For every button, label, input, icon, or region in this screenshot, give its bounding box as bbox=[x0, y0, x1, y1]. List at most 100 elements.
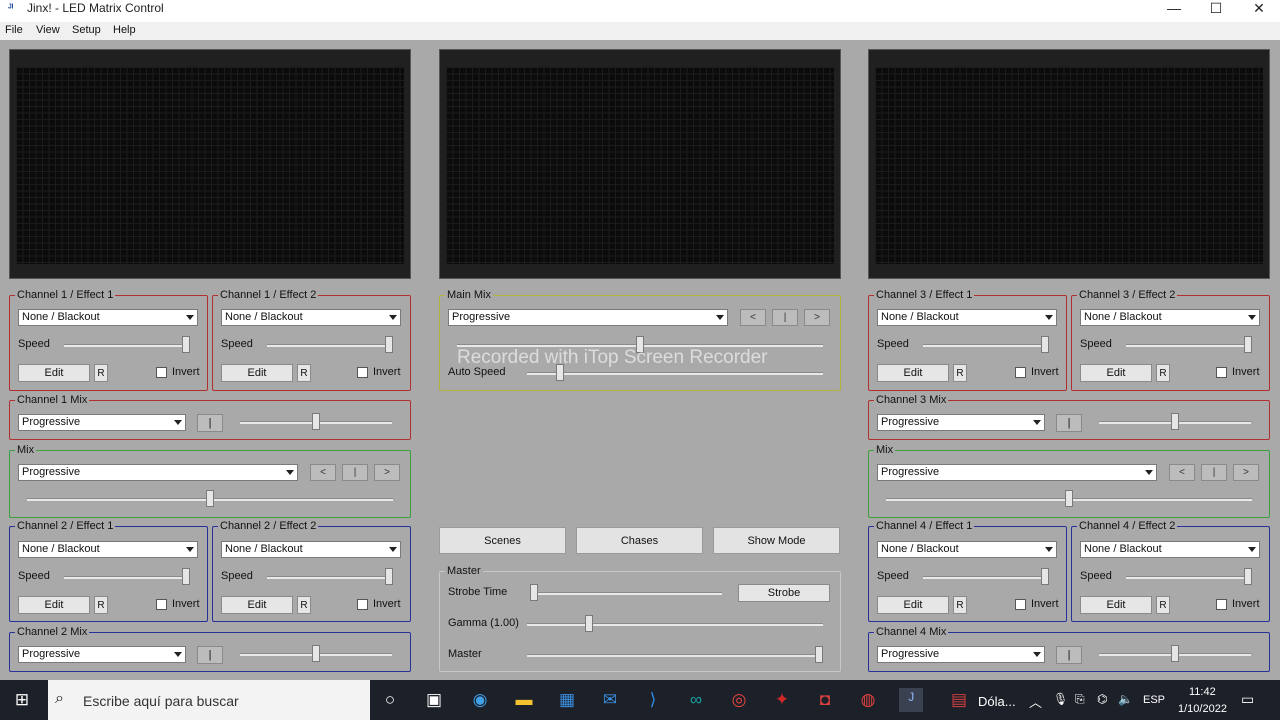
auto-speed-slider[interactable] bbox=[527, 372, 823, 375]
speed-slider[interactable] bbox=[267, 576, 393, 579]
strobe-time-slider[interactable] bbox=[530, 592, 722, 595]
edit-button[interactable]: Edit bbox=[221, 364, 293, 382]
task-view-icon[interactable]: ▣ bbox=[422, 688, 446, 712]
right-mix-select[interactable]: Progressive bbox=[877, 464, 1157, 481]
mix-slider-thumb[interactable] bbox=[1065, 490, 1073, 507]
channel-2-effect-2-select[interactable]: None / Blackout bbox=[221, 541, 401, 558]
next-button[interactable]: > bbox=[374, 464, 400, 481]
mix-slider-thumb[interactable] bbox=[206, 490, 214, 507]
channel-1-effect-1-select[interactable]: None / Blackout bbox=[18, 309, 198, 326]
invert-checkbox[interactable] bbox=[156, 367, 167, 378]
clock-time[interactable]: 11:42 bbox=[1189, 686, 1216, 698]
speed-slider[interactable] bbox=[1126, 576, 1252, 579]
invert-checkbox[interactable] bbox=[156, 599, 167, 610]
main-mix-select[interactable]: Progressive bbox=[448, 309, 728, 326]
edit-button[interactable]: Edit bbox=[221, 596, 293, 614]
channel-2-effect-1-select[interactable]: None / Blackout bbox=[18, 541, 198, 558]
channel-1-effect-2-select[interactable]: None / Blackout bbox=[221, 309, 401, 326]
mix-slider-thumb[interactable] bbox=[312, 413, 320, 430]
strobe-time-slider-thumb[interactable] bbox=[530, 584, 538, 601]
master-slider-thumb[interactable] bbox=[815, 646, 823, 663]
microsoft-store-icon[interactable]: ▦ bbox=[555, 688, 579, 712]
channel-4-effect-2-select[interactable]: None / Blackout bbox=[1080, 541, 1260, 558]
edit-button[interactable]: Edit bbox=[877, 364, 949, 382]
channel-3-mix-toggle-button[interactable]: | bbox=[1056, 414, 1082, 432]
reset-button[interactable]: R bbox=[297, 364, 311, 382]
channel-3-effect-2-select[interactable]: None / Blackout bbox=[1080, 309, 1260, 326]
file-explorer-icon[interactable]: ▬ bbox=[512, 688, 536, 712]
channel-1-mix-select[interactable]: Progressive bbox=[18, 414, 186, 431]
gamma-slider[interactable] bbox=[527, 623, 823, 626]
reset-button[interactable]: R bbox=[297, 596, 311, 614]
clock-date[interactable]: 1/10/2022 bbox=[1178, 703, 1227, 715]
channel-2-mix-toggle-button[interactable]: | bbox=[197, 646, 223, 664]
menu-file[interactable]: File bbox=[5, 24, 23, 36]
speed-slider[interactable] bbox=[923, 576, 1049, 579]
master-slider[interactable] bbox=[527, 654, 823, 657]
channel-2-mix-select[interactable]: Progressive bbox=[18, 646, 186, 663]
edit-button[interactable]: Edit bbox=[1080, 364, 1152, 382]
chevron-up-icon[interactable]: ︿ bbox=[1029, 692, 1042, 711]
arduino-icon[interactable]: ∞ bbox=[684, 688, 708, 712]
menu-setup[interactable]: Setup bbox=[72, 24, 101, 36]
volume-icon[interactable]: 🔈 bbox=[1118, 692, 1133, 706]
speed-slider[interactable] bbox=[64, 576, 190, 579]
network-icon[interactable]: ⌬ bbox=[1097, 692, 1107, 706]
cut-button[interactable]: | bbox=[772, 309, 798, 326]
channel-4-mix-select[interactable]: Progressive bbox=[877, 646, 1045, 663]
cut-button[interactable]: | bbox=[1201, 464, 1227, 481]
weather-widget[interactable]: Dóla... bbox=[978, 694, 1016, 709]
edge-browser-icon[interactable]: ◉ bbox=[468, 688, 492, 712]
channel-4-mix-toggle-button[interactable]: | bbox=[1056, 646, 1082, 664]
notifications-icon[interactable]: ▭ bbox=[1241, 691, 1254, 708]
app-icon[interactable]: ✦ bbox=[770, 688, 794, 712]
speed-slider-thumb[interactable] bbox=[385, 336, 393, 353]
speed-slider[interactable] bbox=[64, 344, 190, 347]
menu-help[interactable]: Help bbox=[113, 24, 136, 36]
mail-icon[interactable]: ✉ bbox=[598, 688, 622, 712]
edit-button[interactable]: Edit bbox=[18, 364, 90, 382]
reset-button[interactable]: R bbox=[953, 364, 967, 382]
invert-checkbox[interactable] bbox=[1015, 367, 1026, 378]
reset-button[interactable]: R bbox=[94, 596, 108, 614]
cut-button[interactable]: | bbox=[342, 464, 368, 481]
speed-slider-thumb[interactable] bbox=[385, 568, 393, 585]
tray-icon[interactable]: ⎘ bbox=[1075, 692, 1085, 707]
reset-button[interactable]: R bbox=[94, 364, 108, 382]
speed-slider-thumb[interactable] bbox=[182, 336, 190, 353]
screen-recorder-icon[interactable]: ◘ bbox=[813, 688, 837, 712]
invert-checkbox[interactable] bbox=[1015, 599, 1026, 610]
speed-slider-thumb[interactable] bbox=[1244, 568, 1252, 585]
reset-button[interactable]: R bbox=[1156, 364, 1170, 382]
strobe-button[interactable]: Strobe bbox=[738, 584, 830, 602]
mix-slider-thumb[interactable] bbox=[1171, 413, 1179, 430]
next-button[interactable]: > bbox=[804, 309, 830, 326]
chases-button[interactable]: Chases bbox=[576, 527, 703, 554]
gamma-slider-thumb[interactable] bbox=[584, 615, 593, 632]
invert-checkbox[interactable] bbox=[1216, 599, 1227, 610]
speed-slider[interactable] bbox=[1126, 344, 1252, 347]
mix-slider-thumb[interactable] bbox=[1171, 645, 1179, 662]
reset-button[interactable]: R bbox=[1156, 596, 1170, 614]
invert-checkbox[interactable] bbox=[1216, 367, 1227, 378]
channel-1-mix-toggle-button[interactable]: | bbox=[197, 414, 223, 432]
maximize-button[interactable]: ☐ bbox=[1194, 0, 1238, 16]
channel-4-effect-1-select[interactable]: None / Blackout bbox=[877, 541, 1057, 558]
channel-3-mix-select[interactable]: Progressive bbox=[877, 414, 1045, 431]
left-mix-select[interactable]: Progressive bbox=[18, 464, 298, 481]
speed-slider-thumb[interactable] bbox=[1041, 568, 1049, 585]
speed-slider[interactable] bbox=[267, 344, 393, 347]
edit-button[interactable]: Edit bbox=[18, 596, 90, 614]
previous-button[interactable]: < bbox=[310, 464, 336, 481]
language-indicator[interactable]: ESP bbox=[1143, 694, 1165, 706]
menu-view[interactable]: View bbox=[36, 24, 60, 36]
speed-slider[interactable] bbox=[923, 344, 1049, 347]
minimize-button[interactable]: — bbox=[1152, 0, 1196, 16]
invert-checkbox[interactable] bbox=[357, 599, 368, 610]
mix-slider-thumb[interactable] bbox=[312, 645, 320, 662]
speed-slider-thumb[interactable] bbox=[1041, 336, 1049, 353]
edit-button[interactable]: Edit bbox=[877, 596, 949, 614]
edit-button[interactable]: Edit bbox=[1080, 596, 1152, 614]
reset-button[interactable]: R bbox=[953, 596, 967, 614]
previous-button[interactable]: < bbox=[1169, 464, 1195, 481]
